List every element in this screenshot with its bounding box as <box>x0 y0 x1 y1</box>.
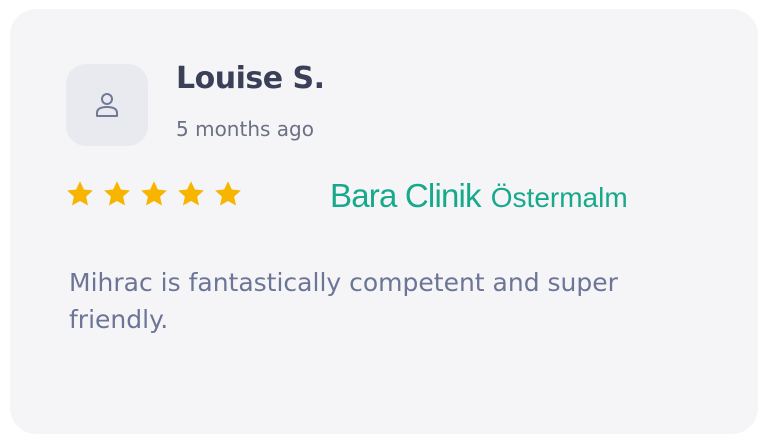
star-icon <box>215 181 241 206</box>
avatar <box>66 64 148 146</box>
star-icon <box>141 181 167 206</box>
star-icon <box>67 181 93 206</box>
user-icon <box>96 93 118 117</box>
rating-stars <box>65 179 243 209</box>
review-text: Mihrac is fantastically competent and su… <box>69 268 618 334</box>
star-icon <box>104 181 130 206</box>
review-date: 5 months ago <box>176 117 314 141</box>
reviewer-name: Louise S. <box>176 61 325 96</box>
clinic-link[interactable]: Bara Clinik Östermalm <box>330 177 628 215</box>
clinic-name[interactable]: Bara Clinik <box>330 177 482 215</box>
star-icon <box>178 181 204 206</box>
clinic-area[interactable]: Östermalm <box>491 182 628 214</box>
review-card: Louise S. 5 months ago Bara Clinik Öster… <box>10 9 758 434</box>
